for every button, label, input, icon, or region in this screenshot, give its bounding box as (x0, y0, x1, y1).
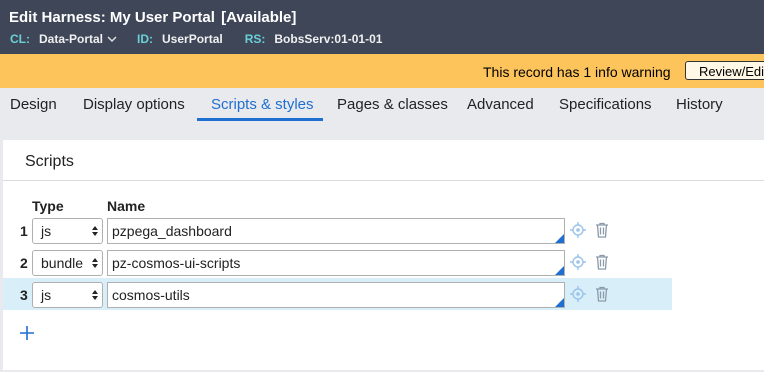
rs-value: BobsServ:01-01-01 (274, 32, 383, 46)
rs-label: RS: (244, 32, 266, 46)
name-field[interactable]: pzpega_dashboard (107, 218, 565, 244)
row-number: 3 (20, 287, 28, 303)
type-select[interactable]: js (32, 218, 103, 244)
trash-icon[interactable] (594, 254, 610, 270)
lookup-corner-icon[interactable] (555, 234, 564, 243)
select-arrows-icon (92, 226, 98, 236)
type-value: js (41, 223, 52, 239)
harness-title: Harness: My User Portal (41, 9, 215, 26)
trash-icon[interactable] (594, 222, 610, 238)
scripts-panel: Scripts Type Name 1 js pzpega_dashboard … (3, 140, 764, 370)
id-value: UserPortal (162, 32, 223, 46)
header-bar: Edit Harness: My User Portal [Available]… (0, 0, 764, 54)
type-value: js (41, 287, 52, 303)
status-badge: [Available] (221, 9, 297, 26)
id-label: ID: (137, 32, 154, 46)
lookup-corner-icon[interactable] (555, 266, 564, 275)
record-meta: CL: Data-Portal ID: UserPortal RS: BobsS… (10, 32, 404, 46)
column-header-type: Type (32, 198, 64, 214)
active-tab-indicator (197, 118, 323, 121)
warning-text: This record has 1 info warning (483, 64, 671, 80)
edit-label: Edit (9, 9, 38, 26)
tab-design[interactable]: Design (10, 96, 57, 113)
column-header-name: Name (107, 198, 146, 214)
target-icon[interactable] (570, 286, 586, 302)
tab-pages-classes[interactable]: Pages & classes (337, 96, 448, 113)
tab-display-options[interactable]: Display options (83, 96, 185, 113)
warning-banner: This record has 1 info warning Review/Ed… (0, 54, 764, 88)
target-icon[interactable] (570, 222, 586, 238)
tab-scripts-styles[interactable]: Scripts & styles (211, 96, 314, 113)
add-row-icon[interactable] (19, 325, 35, 341)
tab-bar: Design Display options Scripts & styles … (0, 88, 764, 121)
chevron-down-icon[interactable] (107, 34, 117, 44)
review-edit-button[interactable]: Review/Edit (685, 61, 764, 80)
type-select[interactable]: bundle (32, 250, 103, 276)
type-value: bundle (41, 255, 84, 271)
name-value: cosmos-utils (112, 287, 190, 303)
type-select[interactable]: js (32, 282, 103, 308)
tab-advanced[interactable]: Advanced (467, 96, 534, 113)
divider (3, 180, 764, 181)
name-field[interactable]: cosmos-utils (107, 282, 565, 308)
table-row: 1 js pzpega_dashboard (3, 214, 672, 246)
name-value: pz-cosmos-ui-scripts (112, 255, 241, 271)
tab-specifications[interactable]: Specifications (559, 96, 652, 113)
tab-history[interactable]: History (676, 96, 723, 113)
name-field[interactable]: pz-cosmos-ui-scripts (107, 250, 565, 276)
table-row: 3 js cosmos-utils (3, 278, 672, 310)
lookup-corner-icon[interactable] (555, 298, 564, 307)
trash-icon[interactable] (594, 286, 610, 302)
table-row: 2 bundle pz-cosmos-ui-scripts (3, 246, 672, 278)
page-title: Edit Harness: My User Portal [Available] (9, 9, 296, 26)
name-value: pzpega_dashboard (112, 223, 232, 239)
class-dropdown[interactable]: Data-Portal (39, 32, 103, 46)
select-arrows-icon (92, 290, 98, 300)
section-title: Scripts (25, 153, 74, 170)
cl-label: CL: (10, 32, 30, 46)
select-arrows-icon (92, 258, 98, 268)
row-number: 2 (20, 255, 28, 271)
target-icon[interactable] (570, 254, 586, 270)
row-number: 1 (20, 223, 28, 239)
